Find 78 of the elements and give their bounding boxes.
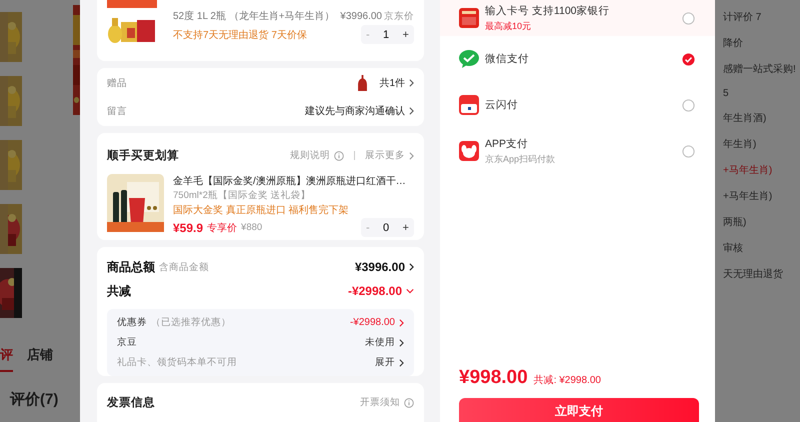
chevron-icon (399, 358, 404, 367)
radio-button[interactable] (682, 12, 695, 24)
payment-name: 输入卡号 支持1100家银行 (485, 4, 610, 18)
background-text: 审核 (723, 242, 744, 255)
payment-option[interactable]: 云闪付 (440, 82, 699, 128)
radio-checked-icon[interactable] (682, 52, 695, 66)
chevron-icon (409, 107, 414, 116)
card-payment-icon (459, 8, 479, 28)
chevron-icon (409, 152, 414, 160)
message-label: 留言 (107, 104, 127, 118)
detail-value[interactable]: -¥2998.00 (350, 317, 395, 328)
message-value[interactable]: 建议先与商家沟通确认 (305, 104, 405, 118)
promo-text: 国际大金奖 真正原瓶进口 福利售完下架 (173, 204, 350, 218)
chevron-icon (409, 263, 414, 272)
payment-subtitle: 京东App扫码付款 (485, 152, 556, 166)
gift-count[interactable]: 共1件 (379, 76, 405, 90)
background-text: 天无理由退货 (723, 268, 784, 281)
card-title: 发票信息 (107, 396, 155, 410)
chat-bubble-icon (459, 49, 479, 69)
total-label: 商品总额 (107, 258, 155, 276)
radio-button[interactable] (682, 98, 695, 112)
background-text: 年生肖) (723, 138, 758, 151)
quantity-stepper[interactable]: - 1 + (361, 25, 414, 44)
price-label: 京东价 (384, 10, 414, 22)
background-text: 5 (723, 88, 730, 99)
card-title: 顺手买更划算 (107, 148, 179, 164)
payment-name: 云闪付 (485, 98, 519, 112)
original-price: ¥880 (241, 222, 262, 234)
total-note: 含商品金额 (159, 260, 209, 274)
payment-app-icon (459, 95, 479, 115)
saving-text: 共减: ¥2998.00 (534, 374, 601, 387)
chevron-icon (409, 79, 414, 88)
product-notes: 不支持7天无理由退货 7天价保 (173, 28, 307, 42)
payment-subtitle: 最高减10元 (485, 20, 532, 32)
dog-mascot-icon (459, 141, 479, 161)
bottle-icon (358, 75, 368, 92)
price-label: 专享价 (207, 222, 238, 235)
detail-label: 京豆 (117, 336, 137, 350)
pay-button[interactable]: 立即支付 (459, 398, 699, 422)
quantity-value: 0 (383, 222, 390, 234)
product-spec: 750ml*2瓶【国际金奖 送礼袋】 (173, 189, 312, 202)
background-text: 计评价 7 (723, 10, 762, 24)
discount-label: 共减 (107, 282, 131, 300)
radio-button[interactable] (682, 144, 695, 158)
payment-name: 微信支付 (485, 52, 530, 66)
gift-label: 赠品 (107, 76, 127, 90)
product-price: ¥59.9 (173, 220, 204, 235)
payment-name: APP支付 (485, 136, 530, 150)
detail-label: 优惠券 (117, 316, 147, 330)
total-price: ¥998.00 (459, 367, 528, 389)
product-spec: 52度 1L 2瓶 （龙年生肖+马年生肖） (173, 10, 335, 23)
payment-option[interactable]: 微信支付 (440, 36, 699, 82)
chevron-icon (399, 338, 404, 347)
detail-value[interactable]: 展开 (375, 356, 395, 370)
product-price: ¥3996.00 (340, 10, 382, 22)
payment-option[interactable]: APP支付 京东App扫码付款 (440, 128, 699, 174)
detail-label: 礼品卡、领货码本单不可用 (117, 356, 237, 370)
tab[interactable]: 店铺 (27, 346, 53, 372)
discount-amount[interactable]: -¥2998.00 (348, 284, 402, 298)
background-text: 年生肖酒) (723, 112, 768, 125)
background-text: 感赠一站式采购! (723, 62, 797, 76)
info-icon (404, 398, 414, 408)
chevron-icon (399, 318, 404, 327)
total-amount[interactable]: ¥3996.00 (354, 260, 405, 274)
plus-button[interactable]: + (402, 222, 409, 234)
payment-option[interactable]: 输入卡号 支持1100家银行 最高减10元 (440, 0, 715, 36)
info-icon (334, 150, 344, 161)
product-name[interactable]: 金羊毛【国际金奖/澳洲原瓶】澳洲原瓶进口红酒干… (173, 174, 414, 188)
detail-value[interactable]: 未使用 (365, 336, 395, 350)
section-heading: 评价(7) (10, 390, 60, 409)
background-text: +马年生肖) (723, 164, 774, 177)
quantity-stepper[interactable]: - 0 + (361, 218, 414, 238)
background-text: 两瓶) (723, 216, 748, 229)
detail-note: （已选推荐优惠） (151, 316, 231, 330)
background-text: 降价 (723, 37, 744, 50)
plus-button[interactable]: + (402, 28, 409, 40)
background-text: +马年生肖) (723, 190, 774, 203)
quantity-value: 1 (383, 28, 390, 40)
